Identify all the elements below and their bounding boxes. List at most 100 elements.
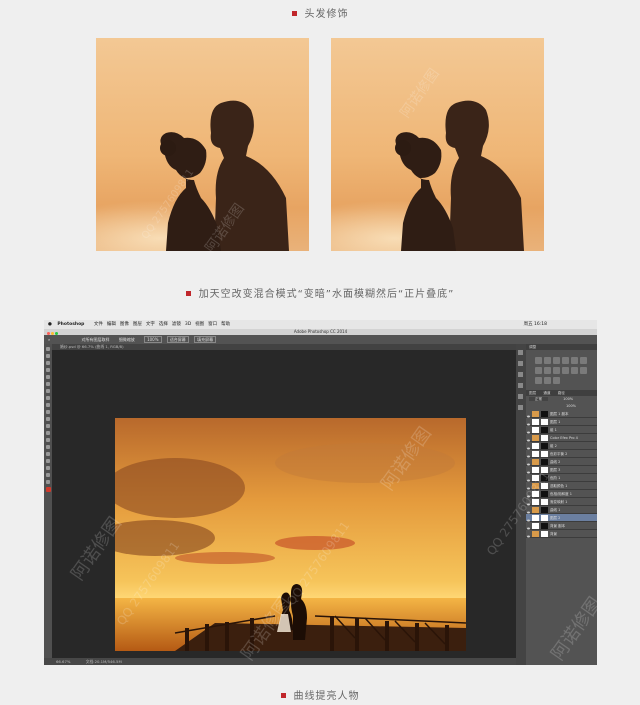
adjustment-icon[interactable] (553, 377, 560, 384)
history-panel-icon[interactable] (518, 350, 523, 355)
option-sample-all[interactable]: 对所有图层取样 (82, 337, 110, 342)
eye-icon[interactable] (527, 437, 530, 441)
option-fill-screen[interactable]: 填充屏幕 (194, 336, 217, 343)
layer-row[interactable]: 图层 1 (526, 418, 597, 426)
quick-select-tool-icon[interactable] (46, 368, 50, 372)
blur-tool-icon[interactable] (46, 431, 50, 435)
menu-item[interactable]: 图像 (120, 322, 129, 327)
layer-row[interactable]: 渐变映射 1 (526, 498, 597, 506)
dodge-tool-icon[interactable] (46, 438, 50, 442)
crop-tool-icon[interactable] (46, 375, 50, 379)
option-fit-screen[interactable]: 适合屏幕 (166, 336, 189, 343)
apple-icon[interactable]: ● (48, 322, 52, 327)
adjustment-icon[interactable] (544, 367, 551, 374)
layer-row[interactable]: 图层 1 副本 (526, 410, 597, 418)
layer-row[interactable]: 色阶 1 (526, 474, 597, 482)
adjustment-icon[interactable] (535, 357, 542, 364)
eye-icon[interactable] (527, 525, 530, 529)
layer-row[interactable]: 背景 副本 (526, 522, 597, 530)
paragraph-panel-icon[interactable] (518, 383, 523, 388)
tab-channels[interactable]: 通道 (543, 391, 550, 395)
path-select-tool-icon[interactable] (46, 459, 50, 463)
menu-item[interactable]: 文件 (94, 322, 103, 327)
eye-icon[interactable] (527, 509, 530, 513)
brush-tool-icon[interactable] (46, 396, 50, 400)
eye-icon[interactable] (527, 477, 530, 481)
opacity-field[interactable]: 100% (563, 397, 573, 401)
adjustment-icon[interactable] (535, 367, 542, 374)
layer-row[interactable]: 图层 2 (526, 514, 597, 522)
brush-panel-icon[interactable] (518, 394, 523, 399)
layer-row[interactable]: 选取颜色 1 (526, 482, 597, 490)
menu-item[interactable]: 文字 (146, 322, 155, 327)
adjustment-icon[interactable] (553, 357, 560, 364)
layer-row[interactable]: 曲线 2 (526, 458, 597, 466)
eye-icon[interactable] (527, 469, 530, 473)
history-brush-tool-icon[interactable] (46, 410, 50, 414)
pen-tool-icon[interactable] (46, 445, 50, 449)
adjustment-icon[interactable] (544, 377, 551, 384)
menu-item[interactable]: 窗口 (208, 322, 217, 327)
eraser-tool-icon[interactable] (46, 417, 50, 421)
shape-tool-icon[interactable] (46, 466, 50, 470)
eye-icon[interactable] (527, 533, 530, 537)
layer-row[interactable]: 背景 (526, 530, 597, 538)
eye-icon[interactable] (527, 453, 530, 457)
adjustment-icon[interactable] (553, 367, 560, 374)
option-zoom-100[interactable]: 100% (144, 336, 162, 343)
info-panel-icon[interactable] (518, 405, 523, 410)
type-tool-icon[interactable] (46, 452, 50, 456)
marquee-tool-icon[interactable] (46, 354, 50, 358)
foreground-color-icon[interactable] (46, 487, 51, 492)
adjustment-icon[interactable] (544, 357, 551, 364)
layer-row[interactable]: 组 2 (526, 442, 597, 450)
menu-item[interactable]: 图层 (133, 322, 142, 327)
gradient-tool-icon[interactable] (46, 424, 50, 428)
character-panel-icon[interactable] (518, 372, 523, 377)
eyedropper-tool-icon[interactable] (46, 382, 50, 386)
zoom-tool-icon[interactable]: ⌕ (48, 337, 50, 342)
properties-panel-icon[interactable] (518, 361, 523, 366)
menu-item[interactable]: 选择 (159, 322, 168, 327)
tab-layers[interactable]: 图层 (529, 391, 536, 395)
eye-icon[interactable] (527, 493, 530, 497)
eye-icon[interactable] (527, 501, 530, 505)
adjustment-icon[interactable] (580, 357, 587, 364)
adjustment-icon[interactable] (562, 367, 569, 374)
menu-item[interactable]: 帮助 (221, 322, 230, 327)
eye-icon[interactable] (527, 517, 530, 521)
eye-icon[interactable] (527, 429, 530, 433)
layer-row[interactable]: 组 1 (526, 426, 597, 434)
menu-item[interactable]: 编辑 (107, 322, 116, 327)
tab-paths[interactable]: 路径 (558, 391, 565, 395)
eye-icon[interactable] (527, 413, 530, 417)
healing-tool-icon[interactable] (46, 389, 50, 393)
menu-item[interactable]: 3D (185, 322, 191, 327)
adjustment-icon[interactable] (535, 377, 542, 384)
eye-icon[interactable] (527, 461, 530, 465)
status-zoom[interactable]: 66.67% (56, 659, 70, 664)
zoom-tool-icon[interactable] (46, 480, 50, 484)
stamp-tool-icon[interactable] (46, 403, 50, 407)
adjustment-icon[interactable] (562, 357, 569, 364)
app-name[interactable]: Photoshop (57, 322, 84, 327)
move-tool-icon[interactable] (46, 347, 50, 351)
adjustment-icon[interactable] (571, 357, 578, 364)
menu-item[interactable]: 视图 (195, 322, 204, 327)
layer-row[interactable]: 色相/饱和度 1 (526, 490, 597, 498)
lasso-tool-icon[interactable] (46, 361, 50, 365)
adjustment-icon[interactable] (571, 367, 578, 374)
eye-icon[interactable] (527, 485, 530, 489)
blend-mode-select[interactable]: 正常 (529, 397, 548, 401)
option-scrubby[interactable]: 细微缩放 (119, 337, 135, 342)
layer-row[interactable]: 色彩平衡 2 (526, 450, 597, 458)
hand-tool-icon[interactable] (46, 473, 50, 477)
eye-icon[interactable] (527, 445, 530, 449)
layer-row[interactable]: 图层 3 (526, 466, 597, 474)
adjustment-icon[interactable] (580, 367, 587, 374)
menu-item[interactable]: 滤镜 (172, 322, 181, 327)
eye-icon[interactable] (527, 421, 530, 425)
layer-row[interactable]: 曲线 1 (526, 506, 597, 514)
fill-field[interactable]: 100% (566, 404, 576, 408)
layer-row[interactable]: Color Efex Pro 4 (526, 434, 597, 442)
